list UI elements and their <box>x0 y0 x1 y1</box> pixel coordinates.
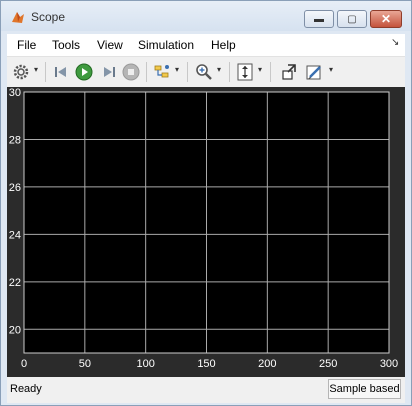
menu-simulation[interactable]: Simulation <box>138 38 194 52</box>
play-icon <box>75 63 93 81</box>
x-tick-label: 150 <box>197 358 215 370</box>
x-tick-label: 0 <box>21 358 27 370</box>
step-forward-button[interactable] <box>99 62 119 82</box>
toolbar-separator <box>146 62 147 82</box>
window-title: Scope <box>31 10 66 24</box>
scope-plot[interactable]: 0 50 100 150 200 250 300 20 22 24 26 28 30 <box>7 87 405 377</box>
y-tick-label: 24 <box>9 229 21 241</box>
x-tick-label: 50 <box>79 358 91 370</box>
step-forward-icon <box>104 67 115 77</box>
signal-selector-icon <box>154 65 169 78</box>
menu-bar: File Tools View Simulation Help ↘ <box>7 34 405 56</box>
close-button[interactable]: ✕ <box>370 10 402 28</box>
scope-window: Scope ▬ ▢ ✕ File Tools View Simulation H… <box>0 0 412 406</box>
edit-properties-button[interactable] <box>304 62 324 82</box>
y-tick-label: 20 <box>9 324 21 336</box>
settings-button[interactable] <box>11 62 31 82</box>
edit-icon <box>306 65 321 80</box>
step-back-icon <box>55 67 66 77</box>
x-tick-label: 200 <box>258 358 276 370</box>
y-tick-label: 28 <box>9 134 21 146</box>
status-text: Ready <box>10 383 42 395</box>
dock-arrow-icon[interactable]: ↘ <box>391 37 399 48</box>
y-tick-label: 22 <box>9 277 21 289</box>
signal-selector-dropdown-icon[interactable]: ▾ <box>175 65 179 74</box>
y-tick-label: 30 <box>9 87 21 99</box>
x-tick-label: 100 <box>136 358 154 370</box>
sample-mode-indicator: Sample based <box>328 379 401 399</box>
highlight-block-icon <box>282 64 296 80</box>
status-bar: Ready Sample based <box>7 377 405 403</box>
title-bar[interactable]: Scope ▬ ▢ ✕ <box>1 1 411 31</box>
y-tick-label: 26 <box>9 182 21 194</box>
toolbar-separator <box>187 62 188 82</box>
step-back-button[interactable] <box>51 62 71 82</box>
toolbar-separator <box>229 62 230 82</box>
stop-button[interactable] <box>121 62 141 82</box>
autoscale-icon <box>237 63 253 81</box>
signal-selector-button[interactable] <box>152 62 172 82</box>
plot-area: 0 50 100 150 200 250 300 20 22 24 26 28 30 <box>7 87 405 377</box>
close-icon: ✕ <box>380 12 392 26</box>
zoom-dropdown-icon[interactable]: ▾ <box>217 65 221 74</box>
menu-file[interactable]: File <box>17 38 36 52</box>
toolbar-separator <box>270 62 271 82</box>
matlab-icon <box>12 12 24 23</box>
minimize-icon: ▬ <box>314 13 324 25</box>
gear-icon <box>13 64 29 80</box>
minimize-button[interactable]: ▬ <box>304 10 334 28</box>
toolbar-separator <box>45 62 46 82</box>
toolbar: ▾ ▾ ▾ ▾ ▾ <box>7 56 405 87</box>
x-tick-label: 250 <box>319 358 337 370</box>
zoom-icon <box>196 64 212 80</box>
menu-view[interactable]: View <box>97 38 123 52</box>
autoscale-dropdown-icon[interactable]: ▾ <box>258 65 262 74</box>
run-button[interactable] <box>74 62 94 82</box>
zoom-button[interactable] <box>194 62 214 82</box>
maximize-icon: ▢ <box>347 13 357 25</box>
menu-tools[interactable]: Tools <box>52 38 80 52</box>
menu-help[interactable]: Help <box>211 38 236 52</box>
x-tick-label: 300 <box>380 358 398 370</box>
settings-dropdown-icon[interactable]: ▾ <box>34 65 38 74</box>
maximize-button[interactable]: ▢ <box>337 10 367 28</box>
highlight-block-button[interactable] <box>279 62 299 82</box>
autoscale-button[interactable] <box>235 62 255 82</box>
stop-icon <box>122 63 140 81</box>
edit-dropdown-icon[interactable]: ▾ <box>329 65 333 74</box>
